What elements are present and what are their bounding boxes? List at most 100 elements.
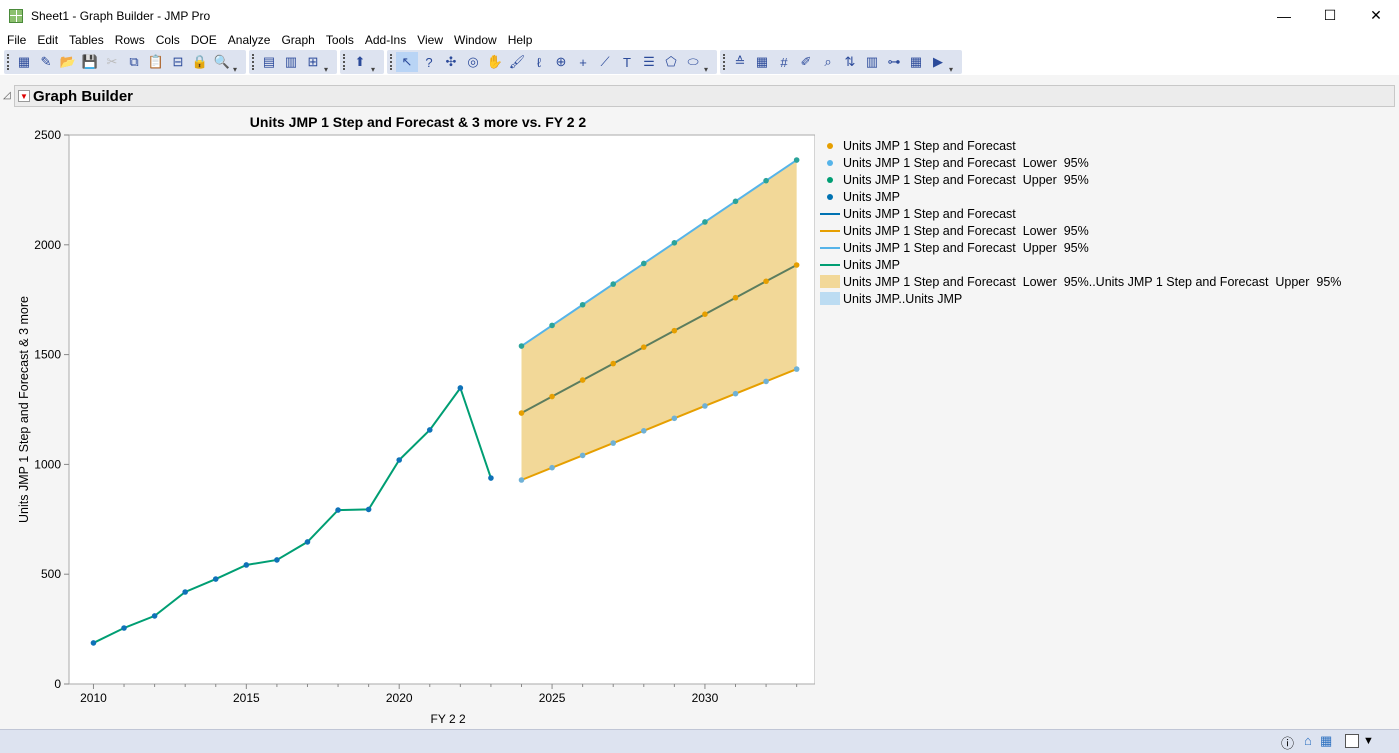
control-panel-icon[interactable]: ⊟ — [167, 52, 189, 72]
home-icon[interactable]: ⌂ — [1304, 733, 1312, 748]
menu-edit[interactable]: Edit — [37, 31, 58, 49]
toolbar-overflow-icon[interactable]: ▾ — [949, 65, 959, 74]
ruler-icon[interactable]: ⟋ — [594, 52, 616, 72]
window-select-box[interactable] — [1345, 734, 1359, 748]
zoom-table-icon[interactable]: ⌕ — [817, 52, 839, 72]
help-query-icon[interactable]: ? — [418, 52, 440, 72]
lower-95-point — [610, 440, 617, 446]
paste-icon[interactable]: 📋 — [145, 52, 167, 72]
forecast-point — [763, 278, 769, 285]
legend-item[interactable]: Units JMP — [820, 256, 1341, 273]
report-header: ▼ Graph Builder — [14, 85, 1395, 107]
distribution-icon[interactable]: ▤ — [258, 52, 280, 72]
title-bar: Sheet1 - Graph Builder - JMP Pro — ☐ ✕ — [0, 0, 1399, 31]
info-icon[interactable]: ⓘ — [1281, 733, 1294, 752]
lock-icon[interactable]: 🔒 — [189, 52, 211, 72]
magnifier-icon[interactable]: ⊕ — [550, 52, 572, 72]
hand-icon[interactable]: ✋ — [484, 52, 506, 72]
toolbar-overflow-icon[interactable]: ▾ — [371, 65, 381, 74]
legend-item[interactable]: Units JMP 1 Step and Forecast — [820, 205, 1341, 222]
script-run-icon[interactable]: ⬆ — [349, 52, 371, 72]
polygon-icon[interactable]: ⬠ — [660, 52, 682, 72]
cut-icon[interactable]: ✂ — [101, 52, 123, 72]
toolbar-grip[interactable] — [390, 54, 394, 70]
disclosure-icon[interactable]: ◿ — [3, 90, 11, 101]
data-grid-icon[interactable]: ▦ — [751, 52, 773, 72]
menu-file[interactable]: File — [7, 31, 26, 49]
legend-item[interactable]: Units JMP 1 Step and Forecast — [820, 137, 1341, 154]
toolbar-group: ▦ ✎ 📂 💾 ✂ ⧉ 📋 ⊟ 🔒 🔍 ▾ — [4, 50, 246, 74]
sort-icon[interactable]: ⇅ — [839, 52, 861, 72]
legend-item[interactable]: Units JMP 1 Step and Forecast Lower 95% — [820, 222, 1341, 239]
menu-doe[interactable]: DOE — [191, 31, 217, 49]
window-list-icon[interactable]: ▦ — [1320, 733, 1332, 749]
legend-item[interactable]: Units JMP 1 Step and Forecast Upper 95% — [820, 239, 1341, 256]
lower-95-point — [793, 366, 800, 372]
legend-item[interactable]: Units JMP 1 Step and Forecast Lower 95%.… — [820, 273, 1341, 290]
new-script-icon[interactable]: ✎ — [35, 52, 57, 72]
lower-95-point — [702, 403, 708, 409]
text-annotation-icon[interactable]: T — [616, 52, 638, 72]
add-graph-icon[interactable]: ⊞ — [302, 52, 324, 72]
legend-item[interactable]: Units JMP 1 Step and Forecast Lower 95% — [820, 154, 1341, 171]
menu-tools[interactable]: Tools — [326, 31, 354, 49]
save-icon[interactable]: 💾 — [79, 52, 101, 72]
menu-help[interactable]: Help — [508, 31, 533, 49]
upper-95-point — [732, 198, 739, 205]
toolbar-group: ▤ ▥ ⊞ ▾ — [249, 50, 337, 74]
brush-icon[interactable]: 🖌 — [506, 52, 528, 72]
menu-analyze[interactable]: Analyze — [228, 31, 271, 49]
legend-item[interactable]: Units JMP 1 Step and Forecast Upper 95% — [820, 171, 1341, 188]
plus-icon[interactable]: + — [572, 52, 594, 72]
dropdown-arrow-icon[interactable]: ▼ — [1363, 735, 1374, 747]
close-button[interactable]: ✕ — [1353, 0, 1399, 31]
toolbar-grip[interactable] — [7, 54, 11, 70]
toolbar-overflow-icon[interactable]: ▾ — [233, 65, 243, 74]
target-icon[interactable]: ◎ — [462, 52, 484, 72]
toolbar-grip[interactable] — [343, 54, 347, 70]
calculator-icon[interactable]: ▦ — [905, 52, 927, 72]
red-triangle-menu-icon[interactable]: ▼ — [18, 90, 30, 102]
legend: Units JMP 1 Step and Forecast Units JMP 1… — [820, 137, 1341, 307]
menu-rows[interactable]: Rows — [115, 31, 145, 49]
number-display-icon[interactable]: # — [773, 52, 795, 72]
dendrogram-icon[interactable]: ⊶ — [883, 52, 905, 72]
legend-item[interactable]: Units JMP — [820, 188, 1341, 205]
maximize-button[interactable]: ☐ — [1307, 0, 1353, 31]
menu-tables[interactable]: Tables — [69, 31, 104, 49]
menu-cols[interactable]: Cols — [156, 31, 180, 49]
copy-icon[interactable]: ⧉ — [123, 52, 145, 72]
toolbar-group: ↖? ✣ ◎ ✋ 🖌 ℓ ⊕ + ⟋ T ☰ ⬠ ⬭ ▾ — [387, 50, 717, 74]
open-folder-icon[interactable]: 📂 — [57, 52, 79, 72]
tree-icon[interactable]: ▥ — [861, 52, 883, 72]
toolbar-grip[interactable] — [723, 54, 727, 70]
legend-label: Units JMP — [843, 189, 900, 204]
legend-item[interactable]: Units JMP..Units JMP — [820, 290, 1341, 307]
oval-icon[interactable]: ⬭ — [682, 52, 704, 72]
menu-window[interactable]: Window — [454, 31, 497, 49]
search-icon[interactable]: 🔍 — [211, 52, 233, 72]
run-script-icon[interactable]: ▶ — [927, 52, 949, 72]
units-jmp-point — [488, 475, 494, 481]
forecast-point — [518, 410, 525, 416]
edit-report-icon[interactable]: ✐ — [795, 52, 817, 72]
toolbar-overflow-icon[interactable]: ▾ — [324, 65, 334, 74]
chart-title: Units JMP 1 Step and Forecast & 3 more v… — [250, 114, 587, 130]
legend-swatch-line — [820, 241, 840, 254]
crosshair-icon[interactable]: ✣ — [440, 52, 462, 72]
columns-icon[interactable]: ▥ — [280, 52, 302, 72]
minimize-button[interactable]: — — [1261, 0, 1307, 31]
line-icon[interactable]: ☰ — [638, 52, 660, 72]
upper-95-point — [640, 260, 647, 267]
align-icon[interactable]: ≙ — [729, 52, 751, 72]
menu-addins[interactable]: Add-Ins — [365, 31, 406, 49]
arrow-select-icon[interactable]: ↖ — [396, 52, 418, 72]
menu-view[interactable]: View — [417, 31, 443, 49]
new-data-table-icon[interactable]: ▦ — [13, 52, 35, 72]
toolbar-overflow-icon[interactable]: ▾ — [704, 65, 714, 74]
toolbar-grip[interactable] — [252, 54, 256, 70]
legend-label: Units JMP..Units JMP — [843, 291, 963, 306]
menu-graph[interactable]: Graph — [281, 31, 314, 49]
toolbar-group: ≙ ▦ # ✐ ⌕ ⇅ ▥ ⊶ ▦ ▶ ▾ — [720, 50, 962, 74]
lasso-icon[interactable]: ℓ — [528, 52, 550, 72]
